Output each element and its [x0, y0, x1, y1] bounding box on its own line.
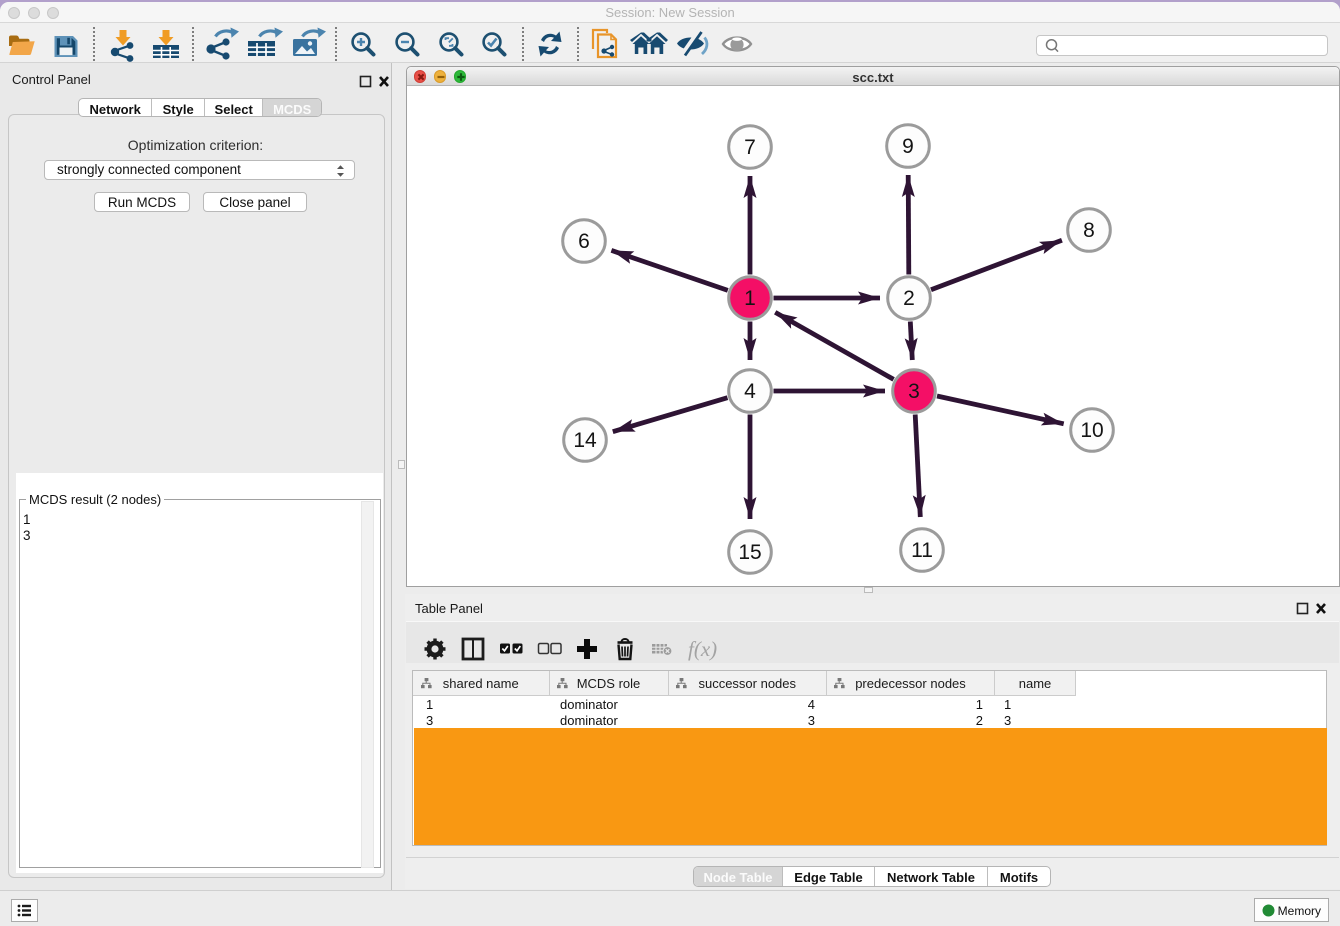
svg-text:2: 2: [903, 287, 915, 310]
svg-text:15: 15: [738, 541, 761, 564]
svg-text:6: 6: [578, 230, 590, 253]
svg-text:10: 10: [1080, 419, 1103, 442]
svg-text:3: 3: [908, 380, 920, 403]
svg-text:f(x): f(x): [688, 637, 717, 661]
svg-text:7: 7: [744, 136, 756, 159]
svg-text:9: 9: [902, 135, 914, 158]
svg-text:14: 14: [573, 429, 597, 452]
svg-text:8: 8: [1083, 219, 1095, 242]
svg-text:4: 4: [744, 380, 756, 403]
svg-text:11: 11: [911, 539, 933, 562]
svg-text:1: 1: [744, 287, 756, 310]
